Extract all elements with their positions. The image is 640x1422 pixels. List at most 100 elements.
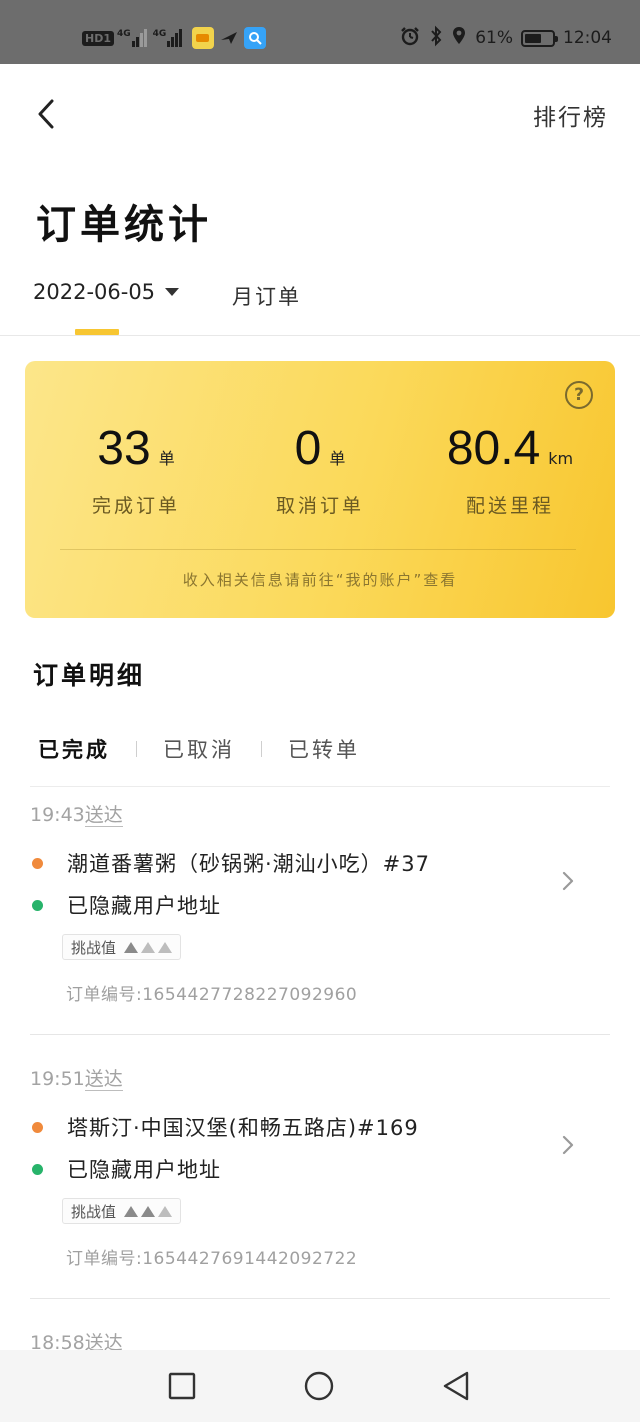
order-time-value: 19:43 <box>30 804 85 826</box>
order-shop-name: 塔斯汀·中国汉堡(和畅五路店)#169 <box>67 1116 419 1140</box>
status-right: 61% 12:04 <box>399 25 612 52</box>
challenge-level-icons <box>124 941 173 953</box>
distance-label: 配送里程 <box>465 495 554 517</box>
bluetooth-icon <box>429 25 443 52</box>
search-app-icon <box>244 27 267 49</box>
challenge-badge: 挑战值 <box>62 934 182 960</box>
cancelled-label: 取消订单 <box>275 495 364 517</box>
date-picker-tab[interactable]: 2022-06-05 <box>33 280 180 304</box>
order-time-value: 19:51 <box>30 1068 85 1090</box>
order-shop-line: 潮道番薯粥（砂锅粥·潮汕小吃）#37 <box>32 848 430 878</box>
back-button[interactable] <box>30 96 62 132</box>
stat-cancelled-orders: 0 单 取消订单 <box>235 421 405 518</box>
challenge-chevron-icon <box>141 941 156 953</box>
challenge-chevron-icon <box>124 941 139 953</box>
hd-label: HD <box>85 31 104 45</box>
order-time-status: 送达 <box>84 804 123 827</box>
order-number-value: 1654427691442092722 <box>142 1249 358 1269</box>
order-number: 订单编号:1654427691442092722 <box>66 1244 357 1269</box>
battery-percent: 61% <box>475 28 513 48</box>
shop-dot-icon <box>32 857 43 869</box>
triangle-back-icon <box>443 1371 469 1401</box>
order-address: 已隐藏用户地址 <box>67 1158 221 1182</box>
tab-completed[interactable]: 已完成 <box>38 734 110 764</box>
tab-monthly-orders[interactable]: 月订单 <box>232 281 301 311</box>
header-divider <box>0 335 640 336</box>
signal-icon-1: 4G <box>117 29 147 47</box>
cancelled-unit: 单 <box>329 449 346 468</box>
chevron-right-icon <box>560 1134 576 1156</box>
order-address: 已隐藏用户地址 <box>67 894 221 918</box>
help-icon[interactable]: ? <box>565 381 593 409</box>
recent-apps-button[interactable] <box>166 1370 198 1402</box>
network-type-2: 4G <box>152 29 167 39</box>
caret-down-icon <box>165 288 180 296</box>
cancelled-count: 0 <box>294 422 322 475</box>
tab-transferred[interactable]: 已转单 <box>288 734 360 764</box>
order-item[interactable]: 19:43送达 潮道番薯粥（砂锅粥·潮汕小吃）#37 已隐藏用户地址 挑战值 订… <box>0 800 640 1036</box>
order-status-tabs: 已完成 已取消 已转单 <box>38 734 360 764</box>
order-number-label: 订单编号: <box>66 985 143 1005</box>
system-nav-bar <box>0 1350 640 1422</box>
chevron-right-icon <box>560 870 576 892</box>
hd-number: 1 <box>103 31 111 45</box>
order-address-line: 已隐藏用户地址 <box>32 1154 221 1184</box>
home-button[interactable] <box>303 1370 335 1402</box>
section-title-order-details: 订单明细 <box>33 661 146 690</box>
challenge-badge: 挑战值 <box>62 1198 182 1224</box>
address-dot-icon <box>32 899 43 911</box>
order-time: 19:51送达 <box>30 1064 123 1091</box>
order-time-status: 送达 <box>84 1068 123 1091</box>
date-label: 2022-06-05 <box>33 280 156 304</box>
tab-separator <box>136 741 137 757</box>
location-icon <box>451 25 467 52</box>
stat-delivery-distance: 80.4 km 配送里程 <box>425 421 595 518</box>
alarm-icon <box>399 25 421 52</box>
distance-value: 80.4 <box>446 422 541 475</box>
completed-count: 33 <box>97 422 151 475</box>
plane-icon <box>218 27 240 49</box>
completed-unit: 单 <box>158 449 175 468</box>
square-icon <box>168 1372 196 1400</box>
challenge-chevron-icon <box>124 1205 139 1217</box>
order-shop-name: 潮道番薯粥（砂锅粥·潮汕小吃）#37 <box>67 852 430 876</box>
page-title: 订单统计 <box>36 202 212 248</box>
order-divider <box>30 1034 610 1035</box>
tab-cancelled[interactable]: 已取消 <box>163 734 235 764</box>
list-divider <box>30 786 610 787</box>
challenge-label: 挑战值 <box>71 1202 117 1221</box>
tab-separator <box>261 741 262 757</box>
income-note: 收入相关信息请前往“我的账户”查看 <box>182 571 458 589</box>
challenge-chevron-icon <box>158 1205 173 1217</box>
status-bar: HD1 4G 4G 61% 12:04 <box>0 0 640 64</box>
distance-unit: km <box>548 449 574 468</box>
order-number: 订单编号:1654427728227092960 <box>66 980 357 1005</box>
app-notification-icon <box>192 27 215 49</box>
summary-card: ? 33 单 完成订单 0 单 取消订单 80.4 km 配送里程 收入相关信息… <box>25 361 615 618</box>
challenge-chevron-icon <box>141 1205 156 1217</box>
address-dot-icon <box>32 1163 43 1175</box>
order-time: 19:43送达 <box>30 800 123 827</box>
order-item[interactable]: 19:51送达 塔斯汀·中国汉堡(和畅五路店)#169 已隐藏用户地址 挑战值 … <box>0 1064 640 1300</box>
order-number-label: 订单编号: <box>66 1249 143 1269</box>
shop-dot-icon <box>32 1121 43 1133</box>
card-divider <box>60 549 576 550</box>
network-type-1: 4G <box>117 29 131 39</box>
battery-icon <box>521 29 558 47</box>
status-left: HD1 4G 4G <box>82 26 267 50</box>
completed-label: 完成订单 <box>91 495 180 517</box>
signal-icon-2: 4G <box>153 29 183 47</box>
challenge-label: 挑战值 <box>71 938 117 957</box>
circle-icon <box>304 1371 334 1401</box>
order-item[interactable]: 18:58送达 <box>0 1328 640 1355</box>
order-address-line: 已隐藏用户地址 <box>32 890 221 920</box>
stat-completed-orders: 33 单 完成订单 <box>51 421 221 518</box>
back-nav-button[interactable] <box>440 1370 472 1402</box>
order-number-value: 1654427728227092960 <box>142 985 358 1005</box>
hd-icon: HD1 <box>82 30 114 46</box>
order-divider <box>30 1298 610 1299</box>
challenge-level-icons <box>124 1205 173 1217</box>
leaderboard-link[interactable]: 排行榜 <box>533 98 608 132</box>
chevron-left-icon <box>38 99 54 129</box>
clock: 12:04 <box>563 28 612 48</box>
